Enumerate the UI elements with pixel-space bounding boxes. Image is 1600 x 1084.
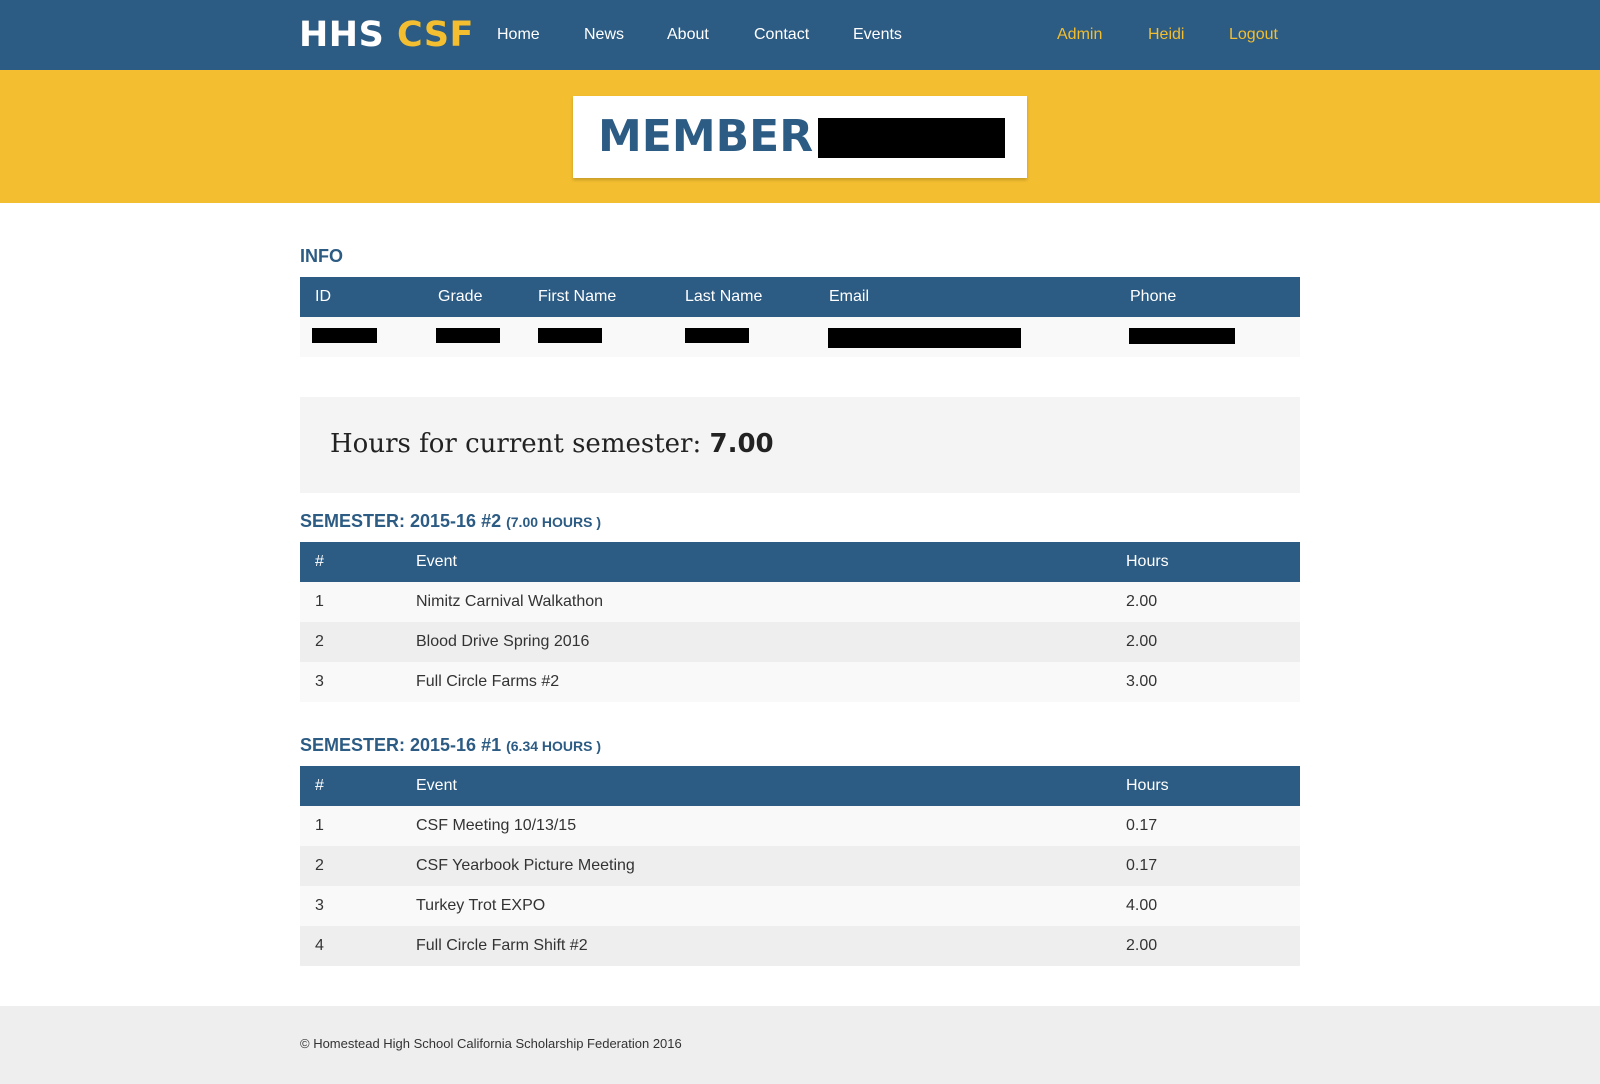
semester-title: SEMESTER: 2015-16 #1 (6.34 HOURS ) [300,734,601,757]
row-number: 3 [315,897,324,914]
grade-redacted [436,328,500,343]
row-number: 3 [315,673,324,690]
row-hours: 4.00 [1126,897,1158,914]
info-col-grade: Grade [438,288,483,305]
table-row: 2 Blood Drive Spring 2016 2.00 [300,622,1300,662]
phone-redacted [1129,328,1235,344]
member-name-redacted [818,118,1005,158]
events-table-header: # Event Hours [300,542,1300,582]
info-table-header: ID Grade First Name Last Name Email Phon… [300,277,1300,317]
events-col-event: Event [416,777,457,794]
member-banner: MEMBER: [0,70,1600,203]
row-hours: 2.00 [1126,593,1158,610]
member-title-box: MEMBER: [573,96,1027,178]
info-col-email: Email [829,288,870,305]
info-section-title: INFO [300,246,343,266]
events-col-number: # [315,553,324,570]
row-number: 1 [315,593,324,610]
info-table: ID Grade First Name Last Name Email Phon… [300,277,1300,357]
events-col-hours: Hours [1126,553,1169,570]
current-hours-box: Hours for current semester: 7.00 [300,397,1300,493]
current-hours-value: 7.00 [709,429,774,459]
member-title: MEMBER: [598,111,831,162]
row-hours: 0.17 [1126,817,1158,834]
info-table-row [300,317,1300,357]
nav-link-events[interactable]: Events [853,25,902,45]
events-col-event: Event [416,553,457,570]
table-row: 3 Turkey Trot EXPO 4.00 [300,886,1300,926]
nav-link-home[interactable]: Home [497,25,540,45]
brand-text-hhs: HHS [299,15,385,55]
nav-link-user[interactable]: Heidi [1148,25,1184,45]
events-col-hours: Hours [1126,777,1169,794]
row-hours: 3.00 [1126,673,1158,690]
info-col-phone: Phone [1130,288,1177,305]
table-row: 2 CSF Yearbook Picture Meeting 0.17 [300,846,1300,886]
table-row: 3 Full Circle Farms #2 3.00 [300,662,1300,702]
current-hours-text: Hours for current semester: 7.00 [330,428,774,460]
id-redacted [312,328,377,343]
table-row: 4 Full Circle Farm Shift #2 2.00 [300,926,1300,966]
semester-events-table: # Event Hours 1 CSF Meeting 10/13/15 0.1… [300,766,1300,966]
row-hours: 2.00 [1126,633,1158,650]
semester-title-text: SEMESTER: 2015-16 #1 [300,735,502,755]
table-row: 1 Nimitz Carnival Walkathon 2.00 [300,582,1300,622]
row-event: Full Circle Farm Shift #2 [416,937,588,954]
semester-hours-note: (6.34 HOURS ) [506,738,602,754]
top-navbar: HHS CSF Home News About Contact Events A… [0,0,1600,70]
semester-title: SEMESTER: 2015-16 #2 (7.00 HOURS ) [300,510,601,533]
semester-hours-note: (7.00 HOURS ) [506,514,602,530]
events-table-header: # Event Hours [300,766,1300,806]
nav-link-admin[interactable]: Admin [1057,25,1102,45]
row-event: CSF Yearbook Picture Meeting [416,857,635,874]
row-hours: 2.00 [1126,937,1158,954]
row-event: Full Circle Farms #2 [416,673,560,690]
last-name-redacted [685,328,749,343]
row-event: Blood Drive Spring 2016 [416,633,590,650]
nav-link-news[interactable]: News [584,25,624,45]
row-event: Turkey Trot EXPO [416,897,546,914]
footer-copyright: © Homestead High School California Schol… [300,1036,682,1051]
current-hours-label: Hours for current semester: [330,429,702,459]
brand-logo[interactable]: HHS CSF [299,13,474,57]
info-col-first-name: First Name [538,288,617,305]
events-col-number: # [315,777,324,794]
email-redacted [828,328,1021,348]
info-col-last-name: Last Name [685,288,763,305]
brand-text-csf: CSF [396,15,474,55]
nav-link-about[interactable]: About [667,25,709,45]
row-event: CSF Meeting 10/13/15 [416,817,577,834]
row-number: 2 [315,633,324,650]
page-footer: © Homestead High School California Schol… [0,1006,1600,1084]
row-number: 2 [315,857,324,874]
nav-link-contact[interactable]: Contact [754,25,809,45]
first-name-redacted [538,328,602,343]
semester-title-text: SEMESTER: 2015-16 #2 [300,511,502,531]
row-number: 1 [315,817,324,834]
row-hours: 0.17 [1126,857,1158,874]
table-row: 1 CSF Meeting 10/13/15 0.17 [300,806,1300,846]
info-col-id: ID [315,288,331,305]
row-event: Nimitz Carnival Walkathon [416,593,604,610]
row-number: 4 [315,937,324,954]
semester-events-table: # Event Hours 1 Nimitz Carnival Walkatho… [300,542,1300,702]
nav-link-logout[interactable]: Logout [1229,25,1278,45]
